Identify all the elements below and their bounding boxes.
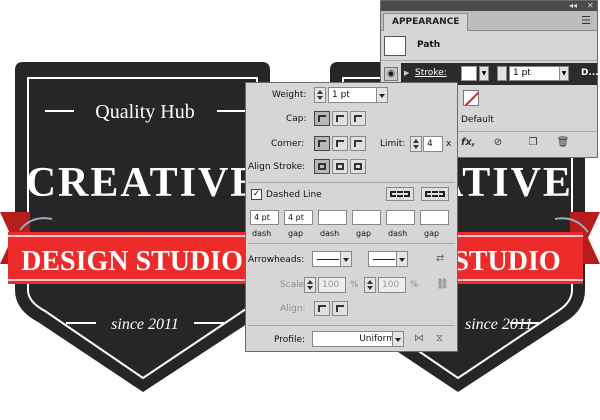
divider bbox=[248, 182, 455, 183]
round-cap-button[interactable] bbox=[332, 111, 348, 126]
dashed-line-label: Dashed Line bbox=[266, 190, 322, 200]
panel-titlebar[interactable]: ◂◂ ✕ bbox=[381, 1, 597, 11]
align-center-button[interactable] bbox=[314, 159, 330, 174]
stroke-color-swatch[interactable] bbox=[461, 66, 477, 81]
cap-label: Cap: bbox=[286, 114, 307, 124]
left-top-text: Quality Hub bbox=[95, 101, 194, 123]
clear-icon[interactable]: ⊘ bbox=[491, 136, 505, 150]
profile-label: Profile: bbox=[274, 335, 306, 345]
stroke-panel: Weight: 1 pt Cap: Corner: Limit: 4 x Ali… bbox=[245, 82, 458, 352]
right-bottom-text: since 2011 bbox=[465, 316, 533, 333]
left-ribbon-text: DESIGN STUDIO bbox=[21, 246, 243, 277]
panel-menu-icon[interactable]: ☰ bbox=[581, 14, 591, 27]
dash-1-label: dash bbox=[252, 229, 272, 238]
dash-2-label: dash bbox=[320, 229, 340, 238]
close-icon[interactable]: ✕ bbox=[587, 1, 594, 11]
align-dash-corners-button[interactable] bbox=[421, 187, 449, 201]
object-row[interactable]: Path bbox=[381, 32, 597, 61]
dash-2-input[interactable] bbox=[318, 210, 347, 225]
expand-triangle-icon[interactable]: ▶ bbox=[404, 69, 409, 77]
dashed-line-checkbox[interactable]: ✓ bbox=[251, 189, 262, 200]
duplicate-icon[interactable]: ❐ bbox=[526, 136, 540, 150]
stroke-trailing: D... bbox=[581, 68, 599, 78]
left-bottom-text: since 2011 bbox=[111, 316, 179, 333]
left-main-text: CREATIVE bbox=[26, 160, 261, 206]
gap-1-input[interactable]: 4 pt bbox=[284, 210, 313, 225]
opacity-default[interactable]: Default bbox=[461, 115, 494, 125]
preserve-dash-button[interactable] bbox=[386, 187, 414, 201]
scale-end-unit: % bbox=[410, 280, 419, 290]
object-thumbnail bbox=[384, 36, 406, 56]
chevron-down-icon[interactable]: ▼ bbox=[479, 66, 489, 81]
align-arrow-label: Align: bbox=[280, 304, 306, 314]
align-stroke-label: Align Stroke: bbox=[248, 162, 306, 172]
link-icon[interactable]: ⛓ bbox=[436, 279, 449, 290]
scale-end-input[interactable]: 100 bbox=[378, 277, 406, 293]
arrow-extend-button[interactable] bbox=[314, 301, 330, 316]
corner-label: Corner: bbox=[271, 139, 305, 149]
align-outside-button[interactable] bbox=[350, 159, 366, 174]
arrow-inside-button[interactable] bbox=[332, 301, 348, 316]
chevron-down-icon[interactable] bbox=[396, 251, 408, 267]
chevron-down-icon[interactable] bbox=[340, 251, 352, 267]
projecting-cap-button[interactable] bbox=[350, 111, 366, 126]
divider bbox=[248, 243, 455, 244]
scale-start-input[interactable]: 100 bbox=[318, 277, 346, 293]
right-ribbon-text: STUDIO bbox=[453, 246, 560, 277]
dash-3-label: dash bbox=[388, 229, 408, 238]
scale-start-stepper[interactable] bbox=[304, 277, 316, 293]
object-label: Path bbox=[417, 40, 441, 50]
gap-2-input[interactable] bbox=[352, 210, 381, 225]
chevron-down-icon[interactable] bbox=[376, 87, 388, 103]
swap-arrows-icon[interactable]: ⇄ bbox=[436, 253, 444, 264]
arrowheads-label: Arrowheads: bbox=[248, 255, 305, 265]
double-arrow-left-icon[interactable]: ◂◂ bbox=[569, 1, 577, 11]
align-inside-button[interactable] bbox=[332, 159, 348, 174]
weight-stepper[interactable] bbox=[314, 87, 326, 103]
round-join-button[interactable] bbox=[332, 136, 348, 151]
weight-stepper[interactable] bbox=[497, 66, 507, 81]
scale-start-unit: % bbox=[350, 280, 359, 290]
divider bbox=[248, 325, 455, 326]
gap-3-input[interactable] bbox=[420, 210, 449, 225]
chevron-down-icon[interactable]: ▼ bbox=[559, 66, 569, 81]
gap-2-label: gap bbox=[356, 229, 372, 238]
chevron-down-icon[interactable] bbox=[392, 331, 404, 347]
fx-icon[interactable]: fx, bbox=[461, 136, 476, 150]
flip-horizontal-icon[interactable]: ⋈ bbox=[414, 333, 424, 344]
gap-1-label: gap bbox=[288, 229, 304, 238]
flip-vertical-icon[interactable]: ⧖ bbox=[436, 333, 443, 344]
limit-unit: x bbox=[446, 139, 452, 149]
weight-label: Weight: bbox=[272, 90, 307, 100]
limit-stepper[interactable] bbox=[410, 136, 422, 152]
stroke-label[interactable]: Stroke: bbox=[415, 68, 447, 78]
profile-select[interactable]: Uniform bbox=[312, 331, 400, 347]
limit-label: Limit: bbox=[380, 139, 406, 149]
limit-input[interactable]: 4 bbox=[423, 136, 443, 152]
gap-3-label: gap bbox=[424, 229, 440, 238]
dash-1-input[interactable]: 4 pt bbox=[250, 210, 279, 225]
eye-icon[interactable]: ◉ bbox=[384, 67, 398, 81]
no-fill-swatch-icon[interactable] bbox=[463, 90, 479, 106]
tab-appearance[interactable]: APPEARANCE bbox=[383, 13, 469, 31]
delete-icon[interactable]: 🗑 bbox=[556, 136, 570, 150]
bevel-join-button[interactable] bbox=[350, 136, 366, 151]
tab-row: APPEARANCE ☰ bbox=[381, 11, 597, 31]
dash-3-input[interactable] bbox=[386, 210, 415, 225]
scale-end-stepper[interactable] bbox=[364, 277, 376, 293]
miter-join-button[interactable] bbox=[314, 136, 330, 151]
butt-cap-button[interactable] bbox=[314, 111, 330, 126]
